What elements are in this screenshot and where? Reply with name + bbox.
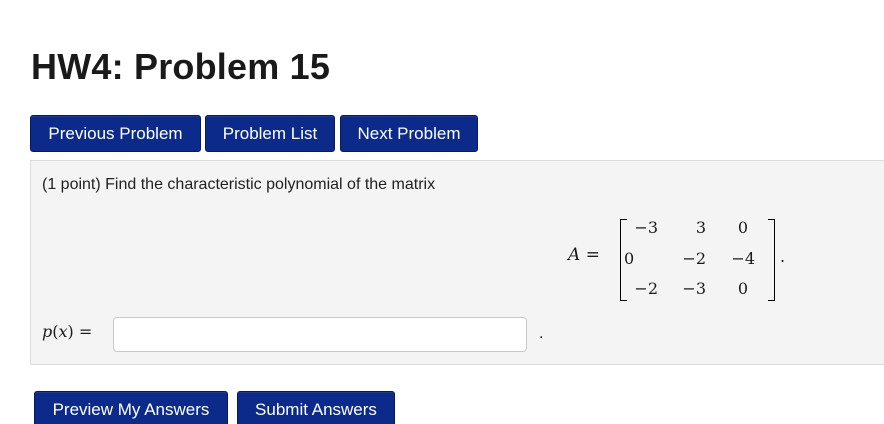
- matrix-equals: =: [585, 245, 600, 265]
- submit-answers-button[interactable]: Submit Answers: [237, 391, 395, 424]
- matrix-cell: 3: [695, 218, 706, 237]
- matrix-name: A: [568, 245, 581, 265]
- matrix-cell: −2: [634, 279, 658, 298]
- answer-period: .: [539, 326, 544, 342]
- matrix-cell: 0: [624, 249, 635, 268]
- matrix-cell: −4: [731, 249, 755, 268]
- page: HW4: Problem 15 Previous Problem Problem…: [0, 0, 884, 424]
- matrix-cell: 0: [737, 218, 748, 237]
- matrix-cell: 0: [737, 279, 748, 298]
- problem-question: Find the characteristic polynomial of th…: [105, 176, 436, 193]
- page-title: HW4: Problem 15: [31, 46, 331, 87]
- answer-label-fn: p: [42, 322, 53, 341]
- matrix-cell: −3: [634, 218, 658, 237]
- previous-problem-button[interactable]: Previous Problem: [30, 115, 201, 152]
- matrix-period: .: [780, 247, 786, 266]
- answer-input[interactable]: [113, 317, 527, 352]
- answer-label: p(x) =: [42, 322, 93, 341]
- matrix-right-bracket: [768, 219, 775, 301]
- preview-answers-button[interactable]: Preview My Answers: [34, 391, 228, 424]
- problem-statement: (1 point) Find the characteristic polyno…: [42, 176, 435, 194]
- matrix-cell: −2: [682, 249, 706, 268]
- matrix-equation: A = −3 3 0 0 −2 −4 −2 −3 0 .: [568, 213, 788, 303]
- points-label: (1 point): [42, 176, 101, 193]
- answer-label-var: x: [58, 322, 68, 341]
- next-problem-button[interactable]: Next Problem: [340, 115, 478, 152]
- matrix-cell: −3: [682, 279, 706, 298]
- matrix-lhs: A =: [568, 245, 600, 265]
- problem-list-button[interactable]: Problem List: [205, 115, 335, 152]
- answer-label-rest: ) =: [67, 322, 93, 341]
